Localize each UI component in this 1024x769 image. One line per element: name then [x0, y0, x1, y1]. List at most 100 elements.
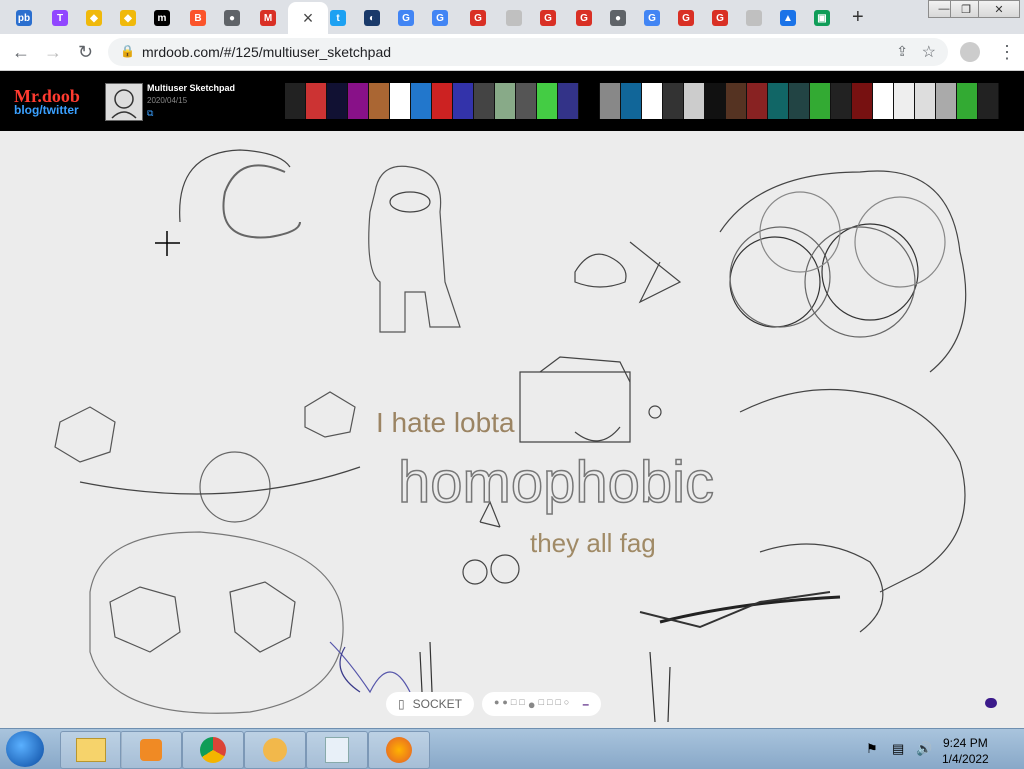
post-thumbnail[interactable]	[105, 83, 143, 121]
tab-g-red-icon[interactable]: G	[462, 4, 494, 32]
close-window-icon[interactable]: ✕	[978, 0, 1020, 18]
experiment-thumbnail[interactable]	[726, 83, 747, 119]
tab-globe-icon[interactable]: ●	[602, 4, 634, 32]
tab-blank-icon[interactable]	[498, 4, 530, 32]
experiment-thumbnail[interactable]	[537, 83, 558, 119]
tab-binance-icon[interactable]: ◆	[78, 4, 110, 32]
bookmark-star-icon[interactable]: ☆	[922, 42, 936, 62]
chat-icon[interactable]	[985, 698, 997, 708]
flag-icon[interactable]: ⚑	[866, 741, 878, 757]
tab-g-red-icon[interactable]: G	[568, 4, 600, 32]
close-tab-icon[interactable]: ×	[303, 8, 314, 29]
brush-size-option[interactable]: □	[547, 697, 552, 712]
new-tab-button[interactable]: +	[852, 6, 864, 29]
chrome-taskbar-icon[interactable]	[182, 731, 244, 769]
profile-icon[interactable]	[960, 42, 980, 62]
tab-medium-icon[interactable]: m	[146, 4, 178, 32]
experiment-thumbnail[interactable]	[936, 83, 957, 119]
tab-google-icon[interactable]: G	[636, 4, 668, 32]
experiment-thumbnail[interactable]	[495, 83, 516, 119]
brush-size-option[interactable]: □	[519, 697, 524, 712]
brush-size-option[interactable]: □	[555, 697, 560, 712]
brush-size-option[interactable]: ●	[528, 697, 536, 712]
tab-g-red-icon[interactable]: G	[532, 4, 564, 32]
experiment-thumbnail[interactable]	[810, 83, 831, 119]
blog-link[interactable]: blog/twitter	[14, 103, 79, 117]
media-player-taskbar-icon[interactable]	[120, 731, 182, 769]
experiment-thumbnail[interactable]	[642, 83, 663, 119]
brush-size-option[interactable]: □	[511, 697, 516, 712]
start-button[interactable]	[6, 731, 44, 767]
firefox-taskbar-icon[interactable]	[368, 731, 430, 769]
address-bar[interactable]: 🔒 mrdoob.com/#/125/multiuser_sketchpad ⇪…	[108, 38, 948, 66]
experiment-thumbnail[interactable]	[390, 83, 411, 119]
external-link-icon[interactable]: ⧉	[147, 108, 153, 119]
tab-gmail-icon[interactable]: M	[252, 4, 284, 32]
keepass-taskbar-icon[interactable]	[244, 731, 306, 769]
url-text[interactable]: mrdoob.com/#/125/multiuser_sketchpad	[142, 44, 391, 60]
experiment-thumbnail[interactable]	[831, 83, 852, 119]
brush-size-option[interactable]: ○	[564, 697, 569, 712]
tab-google-icon[interactable]: G	[390, 4, 422, 32]
brush-size-option[interactable]: ●	[494, 697, 499, 712]
google-icon: G	[644, 10, 660, 26]
tab-google-icon[interactable]: G	[424, 4, 456, 32]
experiment-thumbnail[interactable]	[621, 83, 642, 119]
experiment-thumbnail[interactable]	[453, 83, 474, 119]
experiment-thumbnail[interactable]	[978, 83, 999, 119]
active-tab[interactable]: ×	[288, 2, 328, 34]
experiment-thumbnail[interactable]	[705, 83, 726, 119]
tab-brave-icon[interactable]: B	[182, 4, 214, 32]
tab-binance-icon[interactable]: ◆	[112, 4, 144, 32]
experiment-thumbnail[interactable]	[768, 83, 789, 119]
tab-twitch-icon[interactable]: T	[44, 4, 76, 32]
experiment-thumbnail[interactable]	[285, 83, 306, 119]
experiment-thumbnail[interactable]	[747, 83, 768, 119]
sketch-canvas[interactable]: I hate lobta homophobic they all fag	[0, 132, 1024, 728]
tab-blank-icon[interactable]	[738, 4, 770, 32]
tab-app-icon[interactable]: ◐	[356, 4, 388, 32]
experiment-thumbnail[interactable]	[327, 83, 348, 119]
experiment-thumbnail[interactable]	[369, 83, 390, 119]
socket-button[interactable]: ▯ SOCKET	[386, 692, 474, 716]
experiment-thumbnail[interactable]	[915, 83, 936, 119]
experiment-thumbnail[interactable]	[348, 83, 369, 119]
color-swatch-minus[interactable]: –	[582, 697, 589, 711]
experiment-thumbnail[interactable]	[306, 83, 327, 119]
experiment-thumbnail[interactable]	[432, 83, 453, 119]
experiment-thumbnail[interactable]	[852, 83, 873, 119]
experiment-thumbnail[interactable]	[684, 83, 705, 119]
sketch-drawing[interactable]: I hate lobta homophobic they all fag	[0, 132, 1024, 728]
tab-g-red-icon[interactable]: G	[670, 4, 702, 32]
network-icon[interactable]: ▤	[892, 741, 904, 757]
system-clock[interactable]: 9:24 PM 1/4/2022	[942, 735, 989, 767]
experiment-thumbnail[interactable]	[600, 83, 621, 119]
tab-globe-icon[interactable]: ●	[216, 4, 248, 32]
reload-icon[interactable]: ↻	[78, 42, 93, 63]
experiment-thumbnail[interactable]	[957, 83, 978, 119]
brush-size-option[interactable]: □	[539, 697, 544, 712]
experiment-thumbnail[interactable]	[894, 83, 915, 119]
experiment-thumbnail[interactable]	[579, 83, 600, 119]
tab-g-red-icon[interactable]: G	[704, 4, 736, 32]
experiment-thumbnail[interactable]	[474, 83, 495, 119]
experiment-thumbnail[interactable]	[873, 83, 894, 119]
brush-size-option[interactable]: ●	[502, 697, 507, 712]
volume-icon[interactable]: 🔊	[916, 741, 932, 757]
experiment-thumbnail[interactable]	[516, 83, 537, 119]
explorer-taskbar-icon[interactable]	[60, 731, 122, 769]
menu-kebab-icon[interactable]: ⋮	[998, 42, 1016, 63]
sketch-text-1: I hate lobta	[376, 407, 515, 438]
sketch-controls: ▯ SOCKET ● ● □ □ ● □ □ □ ○ –	[386, 692, 601, 716]
notepad-taskbar-icon[interactable]	[306, 731, 368, 769]
tab-cloud-upload-icon[interactable]: ▲	[772, 4, 804, 32]
share-icon[interactable]: ⇪	[896, 43, 908, 60]
back-icon[interactable]: ←	[12, 42, 30, 63]
experiment-thumbnail[interactable]	[789, 83, 810, 119]
forward-icon[interactable]: →	[44, 42, 62, 63]
experiment-thumbnail[interactable]	[411, 83, 432, 119]
experiment-thumbnail[interactable]	[558, 83, 579, 119]
tab-sheet-icon[interactable]: ▣	[806, 4, 838, 32]
experiment-thumbnail[interactable]	[663, 83, 684, 119]
tab-pb-icon[interactable]: pb	[8, 4, 40, 32]
